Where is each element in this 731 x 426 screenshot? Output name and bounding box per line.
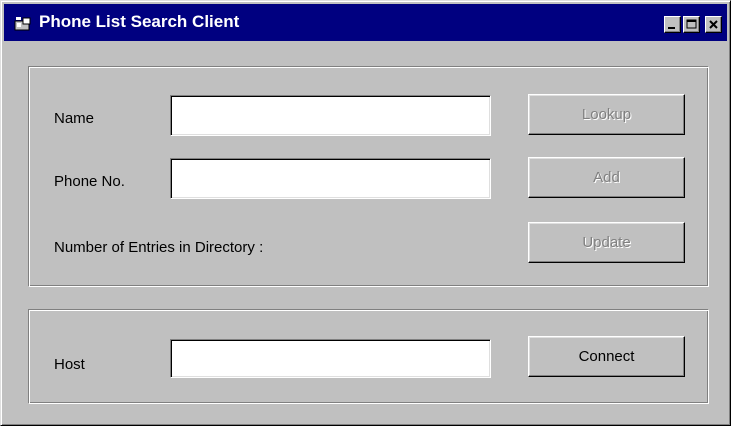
phone-input[interactable] (170, 158, 491, 199)
host-label: Host (54, 356, 85, 373)
phone-label: Phone No. (54, 173, 125, 190)
minimize-icon (668, 27, 675, 29)
close-button[interactable] (705, 16, 722, 33)
close-icon (709, 20, 718, 29)
connect-button[interactable]: Connect (528, 336, 685, 377)
maximize-button[interactable] (683, 16, 700, 33)
entries-count-label: Number of Entries in Directory : (54, 239, 264, 256)
maximize-icon (686, 19, 697, 29)
lookup-button[interactable]: Lookup (528, 94, 685, 135)
title-bar[interactable]: Phone List Search Client (4, 4, 727, 41)
window-title: Phone List Search Client (39, 12, 240, 31)
name-label: Name (54, 110, 95, 127)
app-icon[interactable] (14, 16, 32, 32)
add-button[interactable]: Add (528, 157, 685, 198)
minimize-button[interactable] (664, 16, 681, 33)
name-input[interactable] (170, 95, 491, 136)
host-input[interactable] (170, 339, 491, 378)
update-button[interactable]: Update (528, 222, 685, 263)
app-window: Phone List Search Client Name Phone No. … (0, 0, 731, 426)
